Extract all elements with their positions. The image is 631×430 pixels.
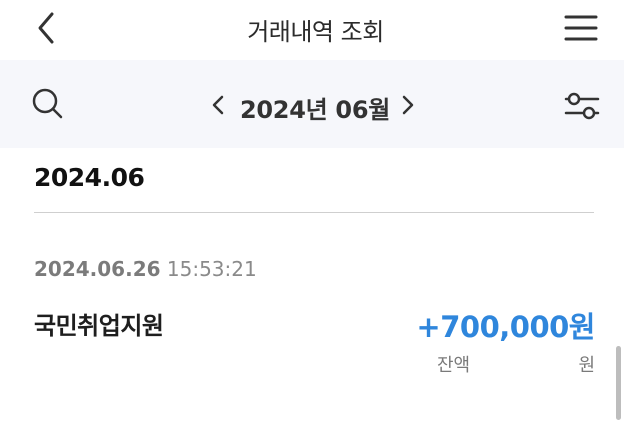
section-divider (34, 212, 594, 213)
transaction-name: 국민취업지원 (34, 312, 164, 340)
transaction-amount: +700,000원 (416, 310, 595, 344)
menu-button[interactable] (560, 8, 604, 48)
selected-month[interactable]: 2024년 06월 (240, 90, 390, 125)
page-title: 거래내역 조회 (247, 18, 384, 46)
balance-unit: 원 (578, 355, 595, 376)
transaction-date: 2024.06.26 (34, 257, 161, 281)
prev-month-button[interactable] (204, 90, 232, 120)
scrollbar[interactable] (616, 346, 621, 420)
app-header: 거래내역 조회 (0, 0, 631, 58)
transaction-time: 15:53:21 (166, 257, 257, 281)
sliders-icon (564, 92, 600, 120)
section-month-heading: 2024.06 (34, 163, 145, 192)
filter-settings-button[interactable] (560, 88, 604, 124)
transaction-datetime: 2024.06.26 15:53:21 (34, 257, 257, 281)
hamburger-menu-icon (564, 15, 598, 41)
search-button[interactable] (28, 84, 68, 124)
chevron-right-icon (402, 95, 414, 115)
search-icon (32, 88, 63, 119)
next-month-button[interactable] (394, 90, 422, 120)
chevron-left-icon (212, 95, 224, 115)
month-filter-bar: 2024년 06월 (0, 60, 624, 148)
balance-label: 잔액 (437, 355, 471, 376)
